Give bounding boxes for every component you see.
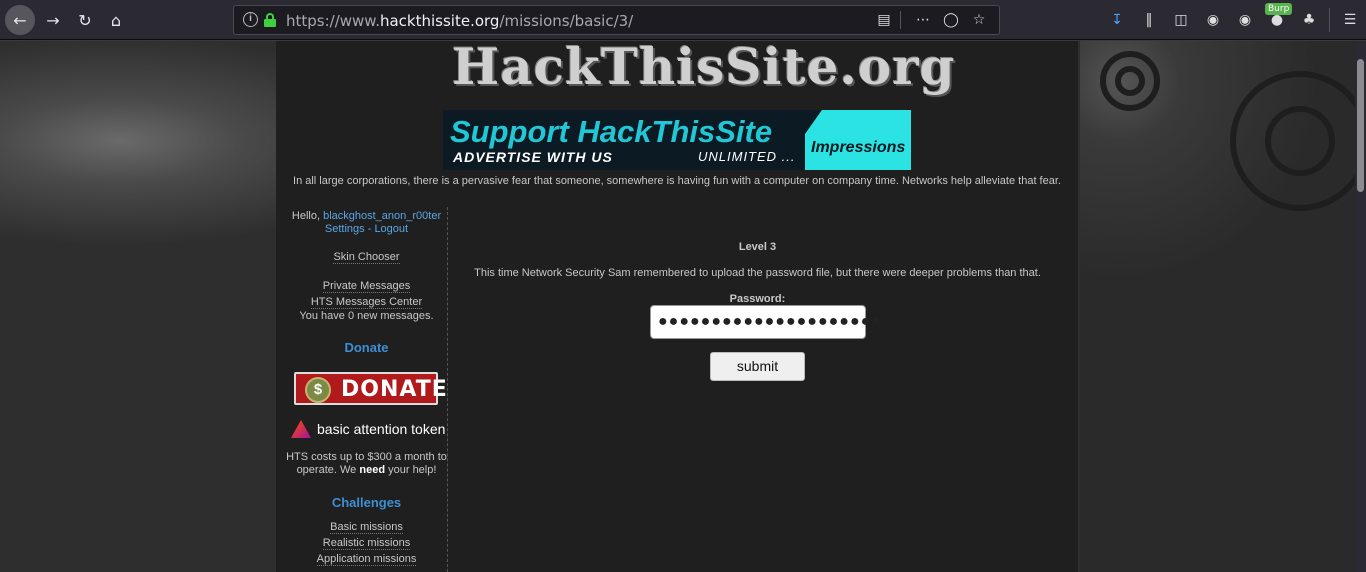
bat-logo-icon (291, 420, 311, 438)
messages-center-link[interactable]: HTS Messages Center (310, 296, 423, 309)
menu-icon[interactable]: ☰ (1334, 8, 1366, 32)
burp-badge: Burp (1265, 3, 1293, 15)
costs-line-2: operate. We need your help! (296, 464, 437, 476)
banner-tag: Impressions (805, 110, 911, 170)
costs-line-1: HTS costs up to $300 a month to (286, 451, 447, 463)
bat-link[interactable]: basic attention token (291, 420, 445, 438)
pocket-icon[interactable]: ◯ (937, 10, 965, 30)
extension-icon[interactable]: ♣ (1293, 8, 1325, 32)
page-scrollbar[interactable] (1355, 41, 1366, 572)
new-messages-text: You have 0 new messages. (299, 310, 434, 322)
url-text[interactable]: https://www.hackthissite.org/missions/ba… (286, 12, 633, 30)
skin-chooser-link[interactable]: Skin Chooser (333, 251, 400, 264)
scrollbar-thumb[interactable] (1357, 59, 1364, 192)
dollar-coin-icon: $ (305, 377, 331, 403)
mission-description: This time Network Security Sam remembere… (474, 267, 1041, 279)
site-quote: In all large corporations, there is a pe… (293, 175, 1061, 187)
page-viewport: HackThisSite.org Support HackThisSite AD… (0, 41, 1355, 572)
donate-button[interactable]: $ DONATE (294, 372, 447, 405)
download-icon[interactable]: ↧ (1101, 8, 1133, 32)
advertisement-banner[interactable]: Support HackThisSite ADVERTISE WITH US U… (443, 110, 911, 170)
background-decoration (1080, 41, 1355, 572)
more-actions-icon[interactable]: ⋯ (909, 10, 937, 30)
reader-view-icon[interactable]: ▤ (870, 10, 898, 30)
cookie-icon[interactable]: ◉ (1229, 8, 1261, 32)
password-label: Password: (729, 293, 786, 305)
private-messages-link[interactable]: Private Messages (322, 280, 411, 293)
lock-icon (264, 13, 276, 27)
settings-link[interactable]: Settings (325, 223, 365, 235)
page-content: HackThisSite.org Support HackThisSite AD… (276, 41, 1078, 572)
back-icon[interactable]: ← (5, 5, 35, 35)
home-icon[interactable]: ⌂ (101, 5, 131, 35)
url-bar[interactable]: i https://www.hackthissite.org/missions/… (233, 5, 1000, 35)
password-input[interactable]: ●●●●●●●●●●●●●●●●●●●●● (650, 305, 881, 339)
logo-text: HackThisSite.org (452, 41, 956, 96)
greeting: Hello, blackghost_anon_r00ter (291, 210, 442, 222)
banner-unlimited: UNLIMITED ... (698, 149, 796, 164)
username-link[interactable]: blackghost_anon_r00ter (323, 210, 441, 222)
donate-heading: Donate (344, 340, 389, 355)
sidebar: Hello, blackghost_anon_r00ter Settings -… (285, 207, 448, 572)
info-icon[interactable]: i (243, 12, 258, 27)
sidebar-icon[interactable]: ◫ (1165, 8, 1197, 32)
bookmark-star-icon[interactable]: ☆ (965, 10, 993, 30)
browser-toolbar: ← → ↻ ⌂ i https://www.hackthissite.org/m… (0, 0, 1366, 40)
site-logo[interactable]: HackThisSite.org (372, 41, 974, 105)
reload-icon[interactable]: ↻ (70, 5, 100, 35)
challenges-heading: Challenges (331, 495, 402, 510)
application-missions-link[interactable]: Application missions (316, 553, 417, 566)
realistic-missions-link[interactable]: Realistic missions (322, 537, 411, 550)
library-icon[interactable]: ‖ (1133, 8, 1165, 32)
banner-title: Support HackThisSite (450, 114, 773, 149)
basic-missions-link[interactable]: Basic missions (330, 521, 403, 534)
level-title: Level 3 (738, 241, 777, 253)
submit-button[interactable]: submit (710, 352, 805, 381)
burp-extension-icon[interactable]: ● Burp (1261, 3, 1293, 32)
account-icon[interactable]: ◉ (1197, 8, 1229, 32)
forward-icon[interactable]: → (38, 5, 68, 35)
banner-subtitle: ADVERTISE WITH US (453, 149, 613, 165)
logout-link[interactable]: Logout (374, 223, 408, 235)
